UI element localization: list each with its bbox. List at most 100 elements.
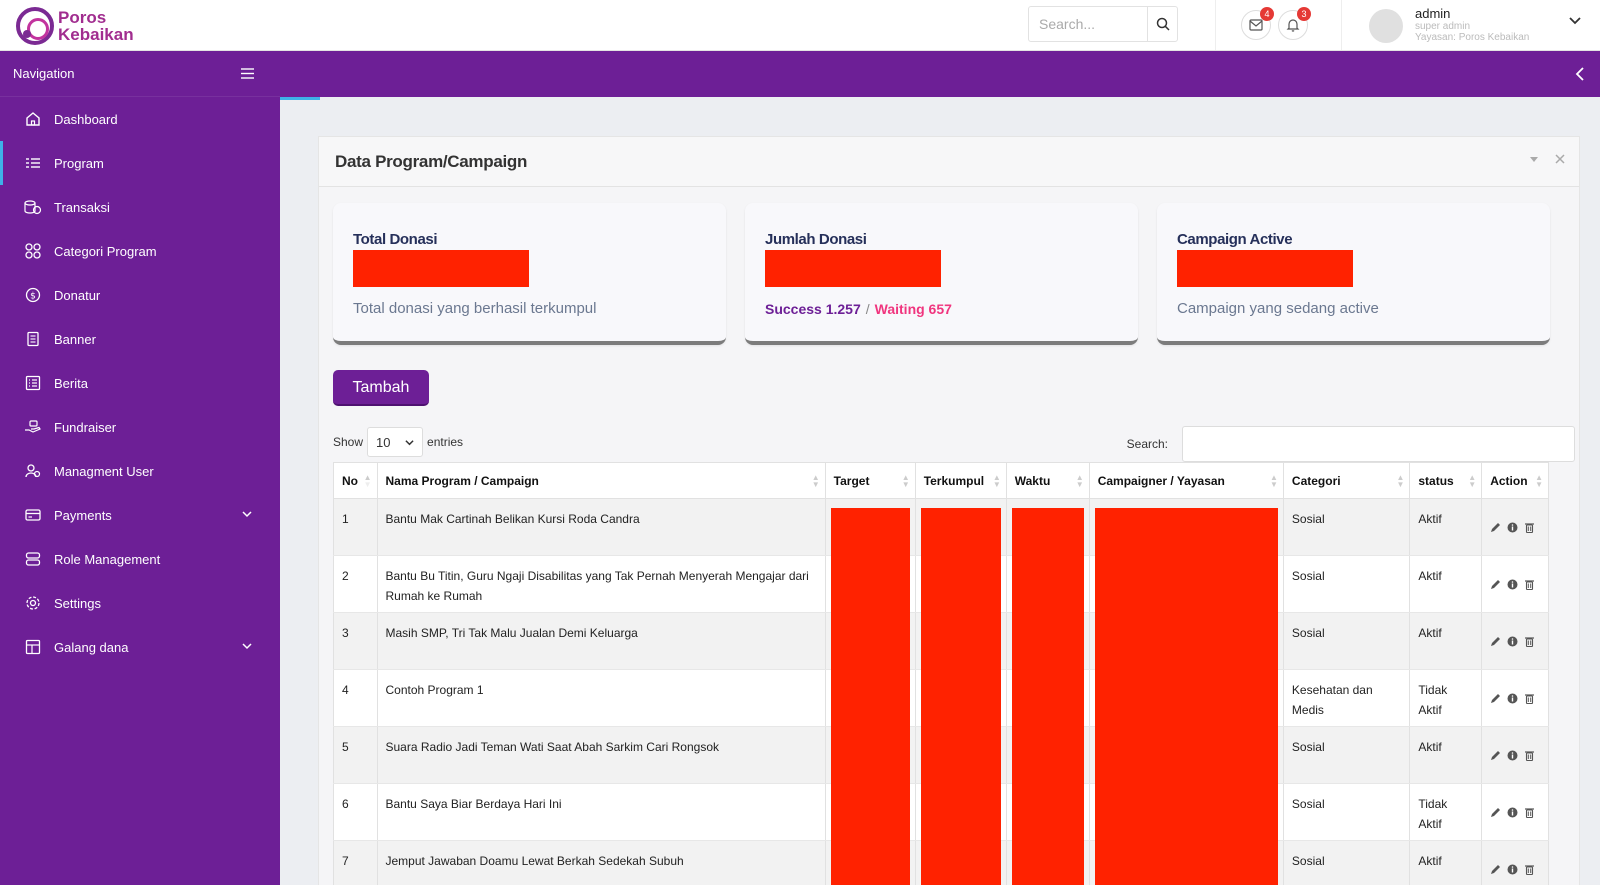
nav-heading: Navigation [13, 66, 75, 81]
avatar[interactable] [1369, 9, 1403, 43]
action-group [1490, 794, 1540, 824]
trash-icon[interactable] [1524, 576, 1535, 596]
info-icon[interactable] [1507, 861, 1518, 881]
header-label: status [1418, 473, 1454, 488]
mail-icon [1249, 19, 1263, 31]
cell-status: Aktif [1409, 555, 1483, 613]
header-label: Target [833, 473, 870, 488]
program-link[interactable]: Masih SMP, Tri Tak Malu Jualan Demi Kelu… [376, 612, 826, 670]
column-header-nama-program[interactable]: Nama Program / Campaign ▲ ▼ [376, 462, 826, 499]
program-link[interactable]: Suara Radio Jadi Teman Wati Saat Abah Sa… [376, 726, 826, 784]
sidebar-item-galang-dana[interactable]: Galang dana [0, 625, 280, 669]
cell-status: Aktif [1409, 498, 1483, 556]
edit-icon[interactable] [1490, 576, 1501, 596]
stats-separator: / [865, 301, 870, 317]
info-icon[interactable] [1507, 576, 1518, 596]
table-search-input[interactable] [1182, 426, 1575, 462]
trash-icon[interactable] [1524, 747, 1535, 767]
sidebar-item-settings[interactable]: Settings [0, 581, 280, 625]
action-group [1490, 680, 1540, 710]
info-icon[interactable] [1507, 690, 1518, 710]
info-icon[interactable] [1507, 747, 1518, 767]
edit-icon[interactable] [1490, 861, 1501, 881]
action-group [1490, 566, 1540, 596]
tambah-button[interactable]: Tambah [333, 370, 429, 406]
column-header-status[interactable]: status ▲ ▼ [1409, 462, 1483, 499]
column-header-categori[interactable]: Categori ▲ ▼ [1282, 462, 1411, 499]
column-header-action[interactable]: Action ▲ ▼ [1481, 462, 1549, 499]
column-header-waktu[interactable]: Waktu ▲ ▼ [1005, 462, 1090, 499]
chevron-down-icon [242, 643, 252, 650]
sidebar-item-categori-program[interactable]: Categori Program [0, 229, 280, 273]
trash-icon[interactable] [1524, 804, 1535, 824]
program-link[interactable]: Bantu Mak Cartinah Belikan Kursi Roda Ca… [376, 498, 826, 556]
trash-icon[interactable] [1524, 861, 1535, 881]
card-subtitle: Campaign yang sedang active [1177, 300, 1379, 317]
header-label: Waktu [1014, 473, 1051, 488]
column-header-terkumpul[interactable]: Terkumpul ▲ ▼ [914, 462, 1007, 499]
sidebar-item-dashboard[interactable]: Dashboard [0, 97, 280, 141]
info-icon[interactable] [1507, 633, 1518, 653]
collapse-icon[interactable] [1529, 154, 1539, 164]
sort-icon: ▲ ▼ [363, 473, 372, 489]
sidebar-item-label: Fundraiser [54, 419, 117, 435]
sidebar-item-transaksi[interactable]: Transaksi [0, 185, 280, 229]
program-link[interactable]: Bantu Saya Biar Berdaya Hari Ini [376, 783, 826, 841]
chevron-down-icon[interactable] [1568, 14, 1582, 28]
edit-icon[interactable] [1490, 519, 1501, 539]
chevron-left-icon[interactable] [1574, 66, 1586, 82]
cell-action [1481, 612, 1549, 670]
program-link[interactable]: Jemput Jawaban Doamu Lewat Berkah Sedeka… [376, 840, 826, 885]
search-input[interactable] [1029, 7, 1147, 41]
search-button[interactable] [1147, 7, 1177, 41]
user-role: super admin [1415, 21, 1471, 32]
sidebar-item-label: Donatur [54, 287, 101, 303]
menu-icon[interactable] [241, 68, 254, 79]
edit-icon[interactable] [1490, 804, 1501, 824]
card-subtitle: Total donasi yang berhasil terkumpul [353, 300, 597, 317]
trash-icon[interactable] [1524, 633, 1535, 653]
top-bar: Poros Kebaikan 4 3 admin super admin Yay… [0, 0, 1600, 51]
sidebar-item-program[interactable]: Program [0, 141, 280, 185]
cell-categori: Sosial [1282, 783, 1411, 841]
edit-icon[interactable] [1490, 747, 1501, 767]
trash-icon[interactable] [1524, 519, 1535, 539]
mail-button[interactable]: 4 [1241, 7, 1274, 40]
coins-icon [24, 198, 42, 216]
trash-icon[interactable] [1524, 690, 1535, 710]
header-label: No [342, 473, 358, 488]
sidebar-item-label: Settings [54, 595, 101, 611]
header-label: Terkumpul [923, 473, 985, 488]
notification-button[interactable]: 3 [1278, 7, 1311, 40]
program-link[interactable]: Contoh Program 1 [376, 669, 826, 727]
sidebar-item-role-management[interactable]: Role Management [0, 537, 280, 581]
close-icon[interactable] [1555, 154, 1565, 164]
info-icon[interactable] [1507, 519, 1518, 539]
logo-mark-icon [16, 7, 54, 45]
brand-logo[interactable]: Poros Kebaikan [16, 7, 134, 45]
edit-icon[interactable] [1490, 690, 1501, 710]
sidebar-item-banner[interactable]: Banner [0, 317, 280, 361]
program-panel: Data Program/Campaign Total Donasi Total… [318, 136, 1580, 885]
sidebar-item-label: Categori Program [54, 243, 157, 259]
column-header-campaigner[interactable]: Campaigner / Yayasan ▲ ▼ [1088, 462, 1284, 499]
chevron-down-icon [405, 439, 414, 445]
redacted-value [353, 250, 529, 287]
cell-no: 4 [333, 669, 378, 727]
sort-icon: ▲ ▼ [1270, 473, 1278, 489]
sidebar-item-fundraiser[interactable]: Fundraiser [0, 405, 280, 449]
panel-header: Data Program/Campaign [319, 137, 1579, 187]
sidebar-item-donatur[interactable]: $ Donatur [0, 273, 280, 317]
cell-action [1481, 669, 1549, 727]
program-link[interactable]: Bantu Bu Titin, Guru Ngaji Disabilitas y… [376, 555, 826, 613]
info-icon[interactable] [1507, 804, 1518, 824]
column-header-target[interactable]: Target ▲ ▼ [824, 462, 916, 499]
sidebar-item-managment-user[interactable]: Managment User [0, 449, 280, 493]
user-info[interactable]: admin super admin Yayasan: Poros Kebaika… [1415, 6, 1529, 43]
sidebar-item-berita[interactable]: Berita [0, 361, 280, 405]
column-header-no[interactable]: No ▲ ▼ [333, 462, 378, 499]
edit-icon[interactable] [1490, 633, 1501, 653]
page-length-select[interactable]: 10 [367, 427, 424, 457]
sidebar-item-payments[interactable]: Payments [0, 493, 280, 537]
sort-icon: ▲ ▼ [1396, 473, 1405, 489]
